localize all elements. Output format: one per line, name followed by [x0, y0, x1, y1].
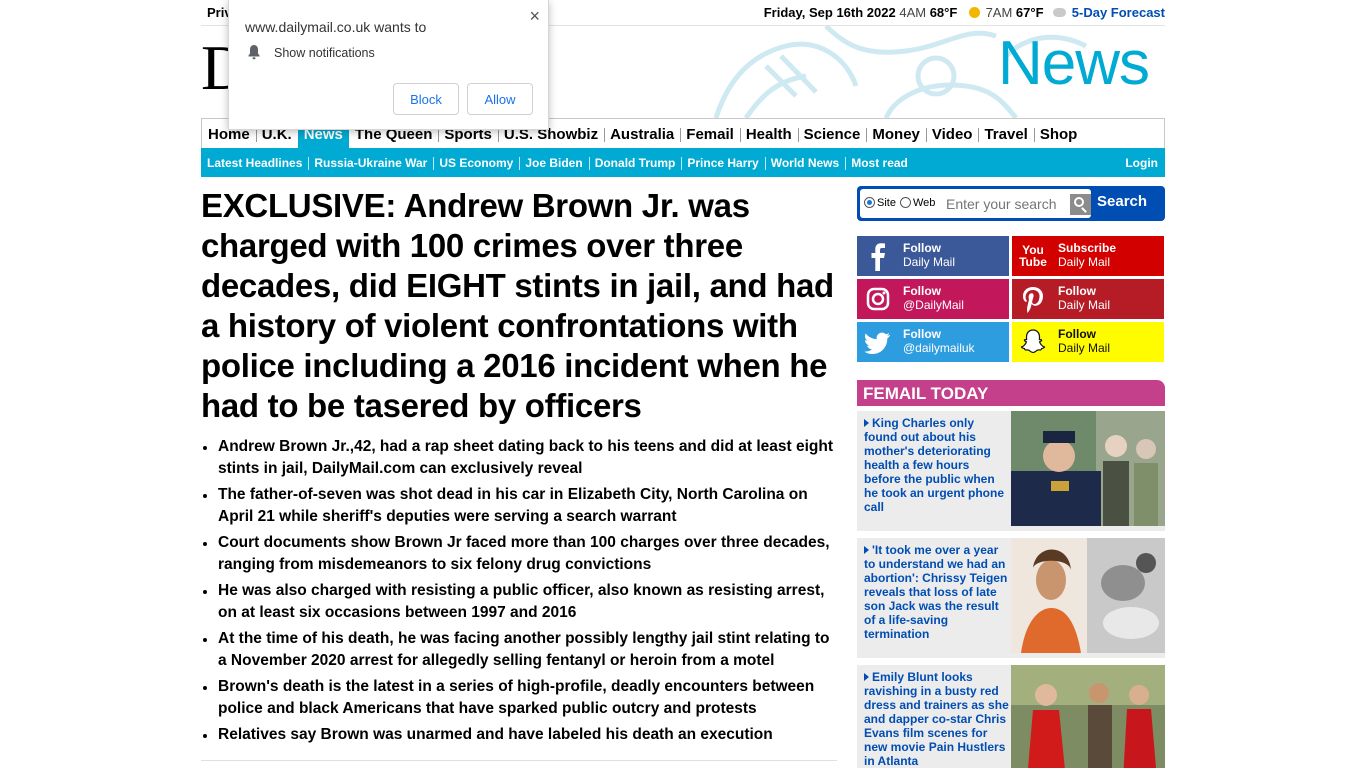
instagram-line2: @DailyMail: [903, 298, 964, 312]
snapchat-follow-button[interactable]: Follow Daily Mail: [1012, 322, 1164, 362]
facebook-icon: [871, 243, 885, 271]
nav-item-video[interactable]: Video: [925, 119, 979, 148]
femail-story-text[interactable]: King Charles only found out about his mo…: [864, 416, 1009, 514]
femail-today-heading[interactable]: FEMAIL TODAY: [857, 380, 1165, 406]
youtube-line1: Subscribe: [1058, 241, 1117, 255]
popup-permission-text: Show notifications: [274, 46, 375, 60]
snapchat-line2: Daily Mail: [1058, 341, 1111, 355]
block-button[interactable]: Block: [393, 83, 459, 115]
search-field-wrapper: Site Web: [860, 189, 1091, 218]
snapchat-line1: Follow: [1058, 327, 1096, 341]
notification-permission-popup: www.dailymail.co.uk wants to × Show noti…: [228, 0, 549, 130]
article-headline: EXCLUSIVE: Andrew Brown Jr. was charged …: [201, 187, 834, 424]
summary-bullet: Relatives say Brown was unarmed and have…: [201, 724, 841, 746]
femail-story-text[interactable]: Emily Blunt looks ravishing in a busty r…: [864, 670, 1009, 768]
pinterest-follow-button[interactable]: Follow Daily Mail: [1012, 279, 1164, 319]
summary-bullet: He was also charged with resisting a pub…: [201, 580, 841, 624]
login-link[interactable]: Login: [1119, 156, 1165, 170]
twitter-icon: [864, 332, 890, 354]
site-search: Site Web Search: [857, 186, 1165, 221]
summary-bullet: The father-of-seven was shot dead in his…: [201, 484, 841, 528]
bell-icon: [248, 45, 260, 60]
forecast-link[interactable]: 5-Day Forecast: [1072, 5, 1165, 20]
twitter-line1: Follow: [903, 327, 941, 341]
nav-item-australia[interactable]: Australia: [604, 119, 680, 148]
nav-item-science[interactable]: Science: [797, 119, 867, 148]
instagram-follow-button[interactable]: Follow @DailyMail: [857, 279, 1009, 319]
section-title: News: [997, 29, 1150, 98]
subnav-latest-headlines[interactable]: Latest Headlines: [201, 156, 308, 170]
sun-icon: [968, 7, 980, 18]
instagram-icon: [866, 287, 890, 311]
facebook-line2: Daily Mail: [903, 255, 956, 269]
current-date: Friday, Sep 16th 2022: [763, 5, 896, 20]
subnav-world-news[interactable]: World News: [764, 156, 845, 170]
summary-bullet: Court documents show Brown Jr faced more…: [201, 532, 841, 576]
summary-bullet: At the time of his death, he was facing …: [201, 628, 841, 672]
femail-story-headline[interactable]: Emily Blunt looks ravishing in a busty r…: [864, 670, 1009, 768]
subnav-most-read[interactable]: Most read: [845, 156, 914, 170]
youtube-line2: Daily Mail: [1058, 255, 1111, 269]
popup-origin-text: www.dailymail.co.uk wants to: [245, 19, 427, 35]
secondary-nav: Latest Headlines Russia-Ukraine War US E…: [201, 148, 1165, 177]
summary-bullet: Andrew Brown Jr.,42, had a rap sheet dat…: [201, 436, 841, 480]
youtube-subscribe-button[interactable]: You Tube Subscribe Daily Mail: [1012, 236, 1164, 276]
facebook-follow-button[interactable]: Follow Daily Mail: [857, 236, 1009, 276]
weather-temp-2: 67°F: [1015, 5, 1044, 20]
arrow-right-icon: [864, 546, 869, 554]
femail-story-headline[interactable]: King Charles only found out about his mo…: [864, 416, 1004, 514]
facebook-line1: Follow: [903, 241, 941, 255]
femail-story-card[interactable]: Emily Blunt looks ravishing in a busty r…: [857, 665, 1165, 768]
arrow-right-icon: [864, 673, 869, 681]
nav-item-travel[interactable]: Travel: [978, 119, 1033, 148]
search-icon[interactable]: [1070, 194, 1091, 215]
femail-story-text[interactable]: 'It took me over a year to understand we…: [864, 543, 1009, 641]
twitter-follow-button[interactable]: Follow @dailymailuk: [857, 322, 1009, 362]
nav-item-femail[interactable]: Femail: [680, 119, 740, 148]
subnav-joe-biden[interactable]: Joe Biden: [519, 156, 588, 170]
search-site-radio[interactable]: [864, 197, 875, 208]
allow-button[interactable]: Allow: [467, 83, 533, 115]
subnav-russia-ukraine-war[interactable]: Russia-Ukraine War: [308, 156, 433, 170]
youtube-icon: You Tube: [1018, 241, 1048, 271]
subnav-donald-trump[interactable]: Donald Trump: [588, 156, 682, 170]
article-divider: [201, 760, 837, 761]
search-site-label: Site: [877, 197, 896, 209]
search-input[interactable]: [943, 193, 1073, 215]
pinterest-line1: Follow: [1058, 284, 1096, 298]
weather-strip: Friday, Sep 16th 2022 4AM 68°F 7AM 67°F …: [764, 5, 1165, 20]
partly-cloudy-icon: [1053, 8, 1067, 17]
weather-time-2: 7AM: [985, 5, 1013, 20]
arrow-right-icon: [864, 419, 869, 427]
snapchat-icon: [1020, 329, 1046, 354]
summary-bullet: Brown's death is the latest in a series …: [201, 676, 841, 720]
nav-item-health[interactable]: Health: [739, 119, 798, 148]
femail-story-card[interactable]: 'It took me over a year to understand we…: [857, 538, 1165, 658]
femail-story-photo[interactable]: [1011, 665, 1165, 768]
femail-story-photo[interactable]: [1011, 538, 1165, 653]
twitter-line2: @dailymailuk: [903, 341, 975, 355]
instagram-line1: Follow: [903, 284, 941, 298]
article-summary-list: Andrew Brown Jr.,42, had a rap sheet dat…: [201, 436, 841, 750]
search-web-label: Web: [913, 197, 936, 209]
nav-item-money[interactable]: Money: [866, 119, 926, 148]
close-icon[interactable]: ×: [529, 6, 540, 27]
subnav-us-economy[interactable]: US Economy: [433, 156, 519, 170]
femail-story-photo[interactable]: [1011, 411, 1165, 526]
femail-story-headline[interactable]: 'It took me over a year to understand we…: [864, 543, 1007, 641]
weather-temp-1: 68°F: [929, 5, 958, 20]
weather-time-1: 4AM: [899, 5, 927, 20]
search-button[interactable]: Search: [1097, 193, 1147, 210]
femail-story-card[interactable]: King Charles only found out about his mo…: [857, 411, 1165, 531]
subnav-prince-harry[interactable]: Prince Harry: [681, 156, 764, 170]
youtube-icon-bottom: Tube: [1019, 255, 1047, 269]
search-web-radio[interactable]: [900, 197, 911, 208]
nav-item-shop[interactable]: Shop: [1033, 119, 1084, 148]
pinterest-icon: [1023, 287, 1043, 313]
pinterest-line2: Daily Mail: [1058, 298, 1111, 312]
